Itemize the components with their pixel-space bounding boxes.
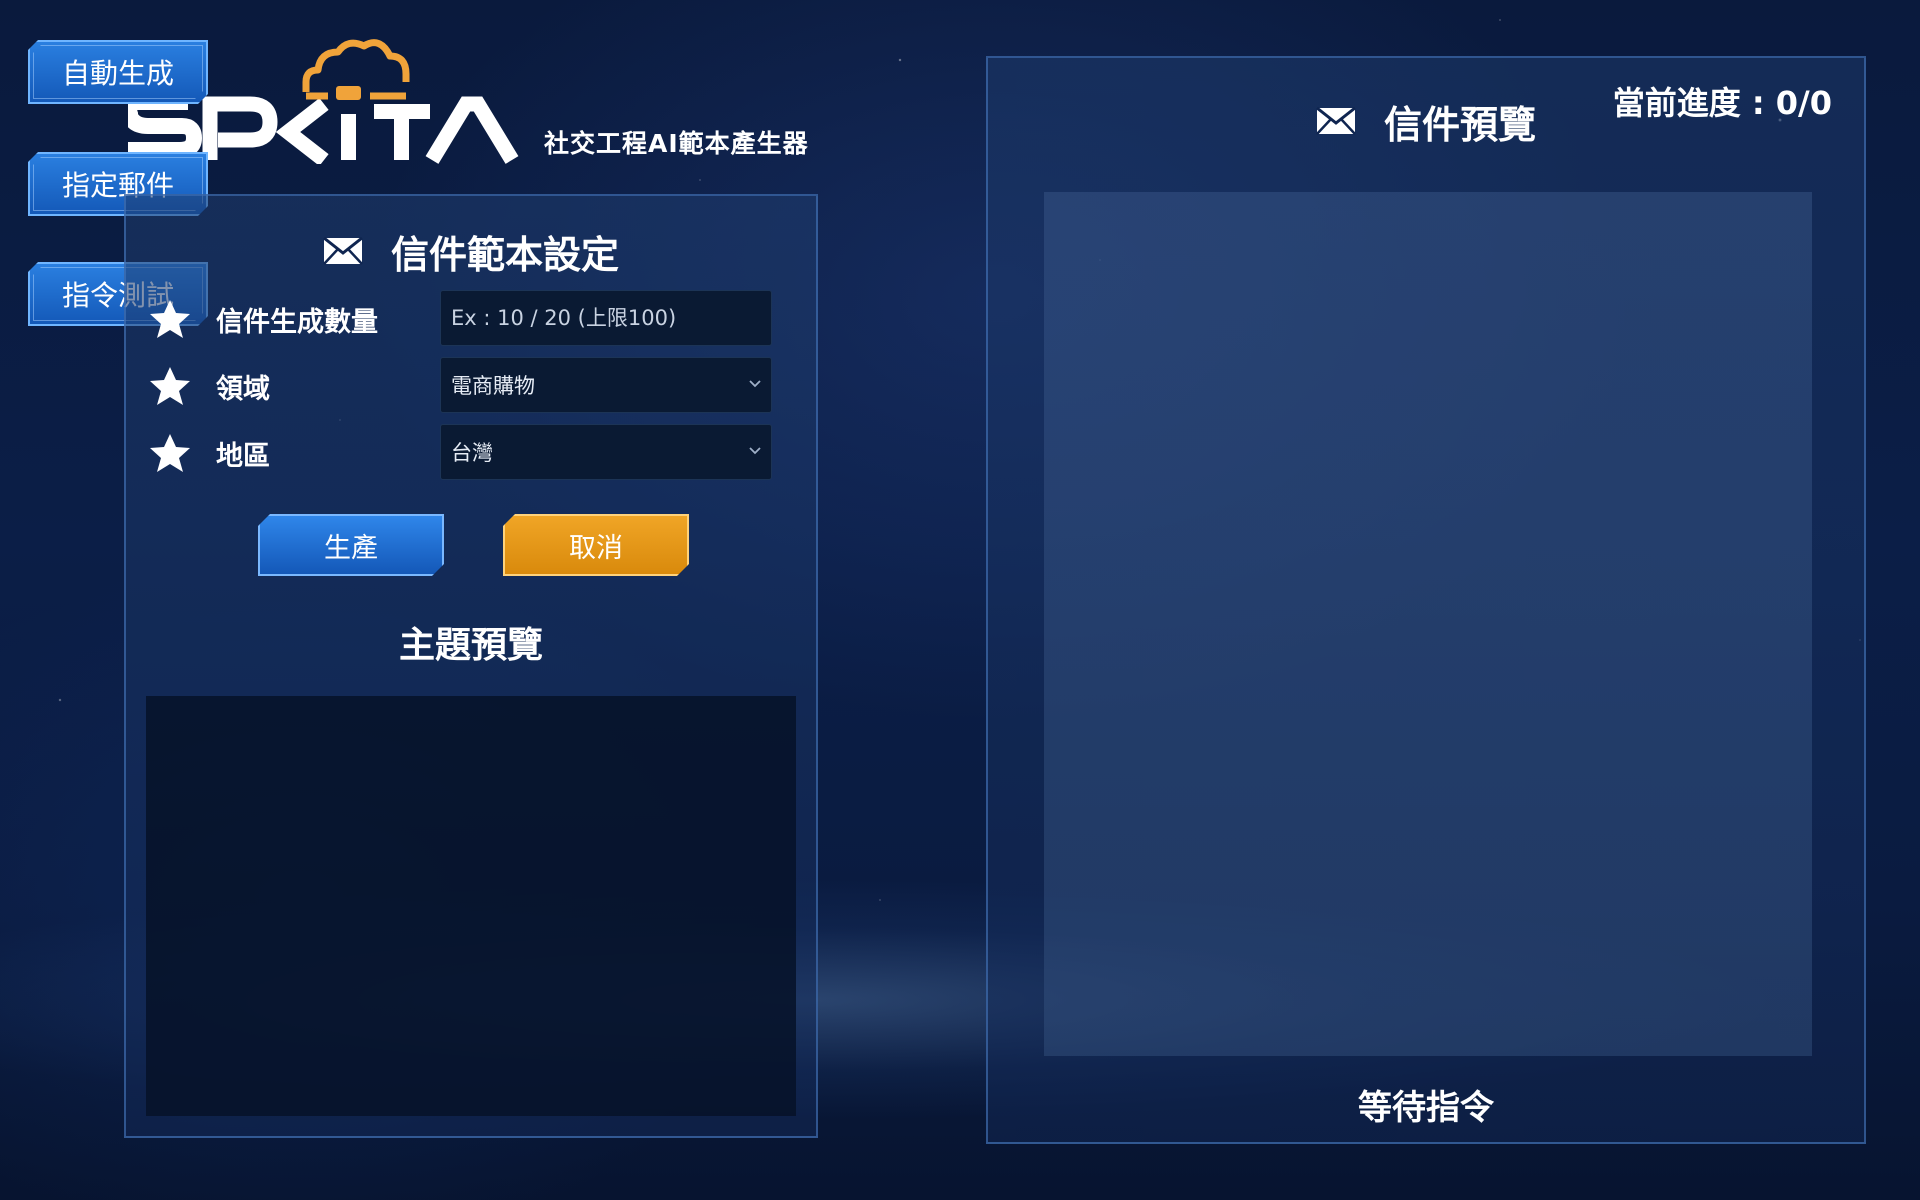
region-selected-value: 台灣: [451, 441, 493, 465]
status-text: 等待指令: [1358, 1088, 1494, 1128]
template-settings-heading: 信件範本設定: [126, 226, 816, 277]
chevron-down-icon: [749, 380, 761, 388]
subject-preview-area[interactable]: [146, 696, 796, 1116]
count-label: 信件生成數量: [216, 307, 378, 338]
domain-select-wrapper: 電商購物: [440, 357, 772, 413]
form-row-domain: 領域 電商購物: [126, 357, 816, 413]
star-icon: [150, 434, 190, 472]
domain-label: 領域: [216, 374, 270, 405]
mail-preview-area[interactable]: [1044, 192, 1812, 1056]
region-select-wrapper: 台灣: [440, 424, 772, 480]
app-subtitle: 社交工程AI範本產生器: [544, 129, 809, 158]
domain-select[interactable]: 電商購物: [440, 357, 772, 413]
form-row-count: 信件生成數量: [126, 290, 816, 346]
count-input[interactable]: [440, 290, 772, 346]
mail-preview-heading: 信件預覽: [988, 96, 1864, 147]
star-icon: [150, 300, 190, 338]
mail-icon: [1316, 107, 1356, 135]
produce-button[interactable]: 生產: [258, 514, 444, 576]
form-row-region: 地區 台灣: [126, 424, 816, 480]
nav-auto-generate-button[interactable]: 自動生成: [28, 40, 208, 104]
star-icon: [150, 367, 190, 405]
template-settings-title: 信件範本設定: [390, 232, 619, 277]
subject-preview-title: 主題預覽: [398, 625, 543, 666]
region-label: 地區: [216, 441, 270, 472]
mail-preview-title: 信件預覽: [1383, 102, 1536, 147]
app-logo: 社交工程AI範本產生器: [128, 34, 828, 164]
region-select[interactable]: 台灣: [440, 424, 772, 480]
domain-selected-value: 電商購物: [451, 374, 535, 398]
template-settings-panel: 信件範本設定 信件生成數量 領域 電商購物 地區 台灣: [124, 194, 818, 1138]
cancel-button[interactable]: 取消: [503, 514, 689, 576]
mail-preview-panel: 當前進度 : 0/0 信件預覽 等待指令: [986, 56, 1866, 1144]
mail-icon: [323, 237, 363, 265]
chevron-down-icon: [749, 447, 761, 455]
